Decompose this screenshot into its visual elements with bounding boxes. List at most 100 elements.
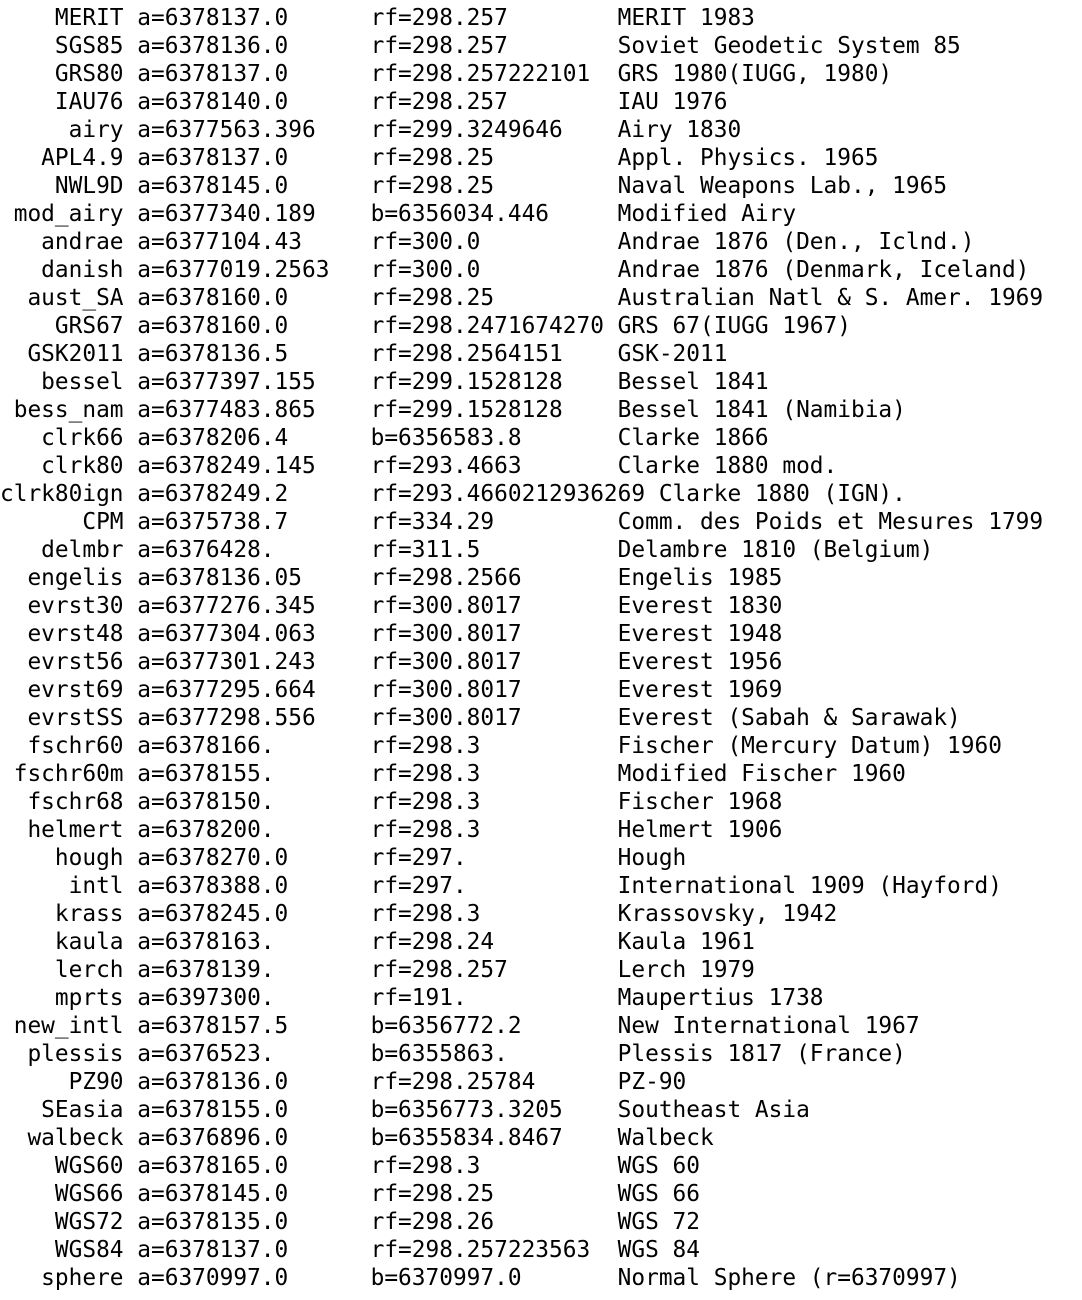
column-gap [604, 677, 618, 703]
ellipsoid-a: a=6378160.0 [137, 313, 371, 339]
ellipsoid-name: clrk80 [0, 453, 124, 479]
ellipsoid-name: helmert [0, 817, 124, 843]
ellipsoid-row: evrst48 a=6377304.063 rf=300.8017 Everes… [0, 620, 1082, 648]
ellipsoid-param: rf=298.2471674270 [370, 313, 604, 339]
column-gap [604, 1041, 618, 1067]
ellipsoid-param: rf=300.0 [370, 229, 604, 255]
column-gap [124, 901, 138, 927]
ellipsoid-name: evrst48 [0, 621, 124, 647]
column-gap [604, 173, 618, 199]
column-gap [124, 481, 138, 507]
ellipsoid-a: a=6378139. [137, 957, 371, 983]
column-gap [124, 201, 138, 227]
column-gap [124, 229, 138, 255]
ellipsoid-name: intl [0, 873, 124, 899]
ellipsoid-name: andrae [0, 229, 124, 255]
ellipsoid-a: a=6375738.7 [137, 509, 371, 535]
ellipsoid-param: rf=299.1528128 [370, 369, 604, 395]
ellipsoid-description: Hough [617, 845, 687, 871]
ellipsoid-param: rf=298.257222101 [370, 61, 604, 87]
ellipsoid-param: rf=298.3 [370, 733, 604, 759]
ellipsoid-row: WGS72 a=6378135.0 rf=298.26 WGS 72 [0, 1208, 1082, 1236]
column-gap [124, 789, 138, 815]
ellipsoid-row: SEasia a=6378155.0 b=6356773.3205 Southe… [0, 1096, 1082, 1124]
column-gap [124, 341, 138, 367]
column-gap [604, 761, 618, 787]
ellipsoid-param: rf=298.25 [370, 285, 604, 311]
ellipsoid-a: a=6377397.155 [137, 369, 371, 395]
ellipsoid-a: a=6378249.2 [137, 481, 371, 507]
ellipsoid-a: a=6378137.0 [137, 145, 371, 171]
ellipsoid-name: plessis [0, 1041, 124, 1067]
ellipsoid-row: hough a=6378270.0 rf=297. Hough [0, 844, 1082, 872]
column-gap [604, 229, 618, 255]
column-gap [604, 1125, 618, 1151]
column-gap [124, 957, 138, 983]
ellipsoid-name: lerch [0, 957, 124, 983]
ellipsoid-param: rf=300.8017 [370, 677, 604, 703]
column-gap [124, 1125, 138, 1151]
ellipsoid-name: APL4.9 [0, 145, 124, 171]
column-gap [604, 789, 618, 815]
column-gap [604, 705, 618, 731]
ellipsoid-row: WGS66 a=6378145.0 rf=298.25 WGS 66 [0, 1180, 1082, 1208]
ellipsoid-param: rf=311.5 [370, 537, 604, 563]
ellipsoid-a: a=6370997.0 [137, 1265, 371, 1291]
ellipsoid-name: NWL9D [0, 173, 124, 199]
ellipsoid-row: CPM a=6375738.7 rf=334.29 Comm. des Poid… [0, 508, 1082, 536]
ellipsoid-description: Bessel 1841 (Namibia) [617, 397, 906, 423]
ellipsoid-param: rf=300.8017 [370, 593, 604, 619]
ellipsoid-param: rf=298.25 [370, 1181, 604, 1207]
ellipsoid-a: a=6378135.0 [137, 1209, 371, 1235]
column-gap [124, 1181, 138, 1207]
ellipsoid-row: krass a=6378245.0 rf=298.3 Krassovsky, 1… [0, 900, 1082, 928]
ellipsoid-row: evrst69 a=6377295.664 rf=300.8017 Everes… [0, 676, 1082, 704]
column-gap [124, 1097, 138, 1123]
ellipsoid-name: clrk66 [0, 425, 124, 451]
column-gap [124, 5, 138, 31]
column-gap [604, 593, 618, 619]
column-gap [604, 537, 618, 563]
ellipsoid-param: rf=300.8017 [370, 705, 604, 731]
ellipsoid-param: rf=300.0 [370, 257, 604, 283]
column-gap [604, 733, 618, 759]
ellipsoid-row: clrk80 a=6378249.145 rf=293.4663 Clarke … [0, 452, 1082, 480]
column-gap [604, 145, 618, 171]
ellipsoid-name: bess_nam [0, 397, 124, 423]
ellipsoid-description: WGS 66 [617, 1181, 701, 1207]
ellipsoid-description: Clarke 1880 (IGN). [658, 481, 906, 507]
ellipsoid-description: Delambre 1810 (Belgium) [617, 537, 934, 563]
ellipsoid-name: krass [0, 901, 124, 927]
column-gap [604, 425, 618, 451]
ellipsoid-a: a=6377276.345 [137, 593, 371, 619]
column-gap [124, 1237, 138, 1263]
ellipsoid-a: a=6378136.0 [137, 1069, 371, 1095]
ellipsoid-param: b=6356772.2 [370, 1013, 604, 1039]
ellipsoid-a: a=6376428. [137, 537, 371, 563]
column-gap [604, 817, 618, 843]
column-gap [604, 257, 618, 283]
ellipsoid-param: rf=298.257223563 [370, 1237, 604, 1263]
column-gap [124, 89, 138, 115]
ellipsoid-param: b=6356583.8 [370, 425, 604, 451]
ellipsoid-description: Everest 1830 [617, 593, 783, 619]
ellipsoid-a: a=6378137.0 [137, 1237, 371, 1263]
ellipsoid-description: Walbeck [617, 1125, 714, 1151]
ellipsoid-param: rf=298.3 [370, 761, 604, 787]
ellipsoid-row: PZ90 a=6378136.0 rf=298.25784 PZ-90 [0, 1068, 1082, 1096]
ellipsoid-a: a=6378270.0 [137, 845, 371, 871]
ellipsoid-description: Clarke 1880 mod. [617, 453, 838, 479]
ellipsoid-row: danish a=6377019.2563 rf=300.0 Andrae 18… [0, 256, 1082, 284]
column-gap [604, 1209, 618, 1235]
ellipsoid-name: engelis [0, 565, 124, 591]
ellipsoid-param: rf=297. [370, 845, 604, 871]
ellipsoid-description: New International 1967 [617, 1013, 920, 1039]
ellipsoid-description: Engelis 1985 [617, 565, 783, 591]
ellipsoid-description: Fischer (Mercury Datum) 1960 [617, 733, 1002, 759]
column-gap [124, 761, 138, 787]
column-gap [124, 677, 138, 703]
ellipsoid-row: evrst30 a=6377276.345 rf=300.8017 Everes… [0, 592, 1082, 620]
column-gap [604, 509, 618, 535]
column-gap [604, 453, 618, 479]
ellipsoid-row: kaula a=6378163. rf=298.24 Kaula 1961 [0, 928, 1082, 956]
